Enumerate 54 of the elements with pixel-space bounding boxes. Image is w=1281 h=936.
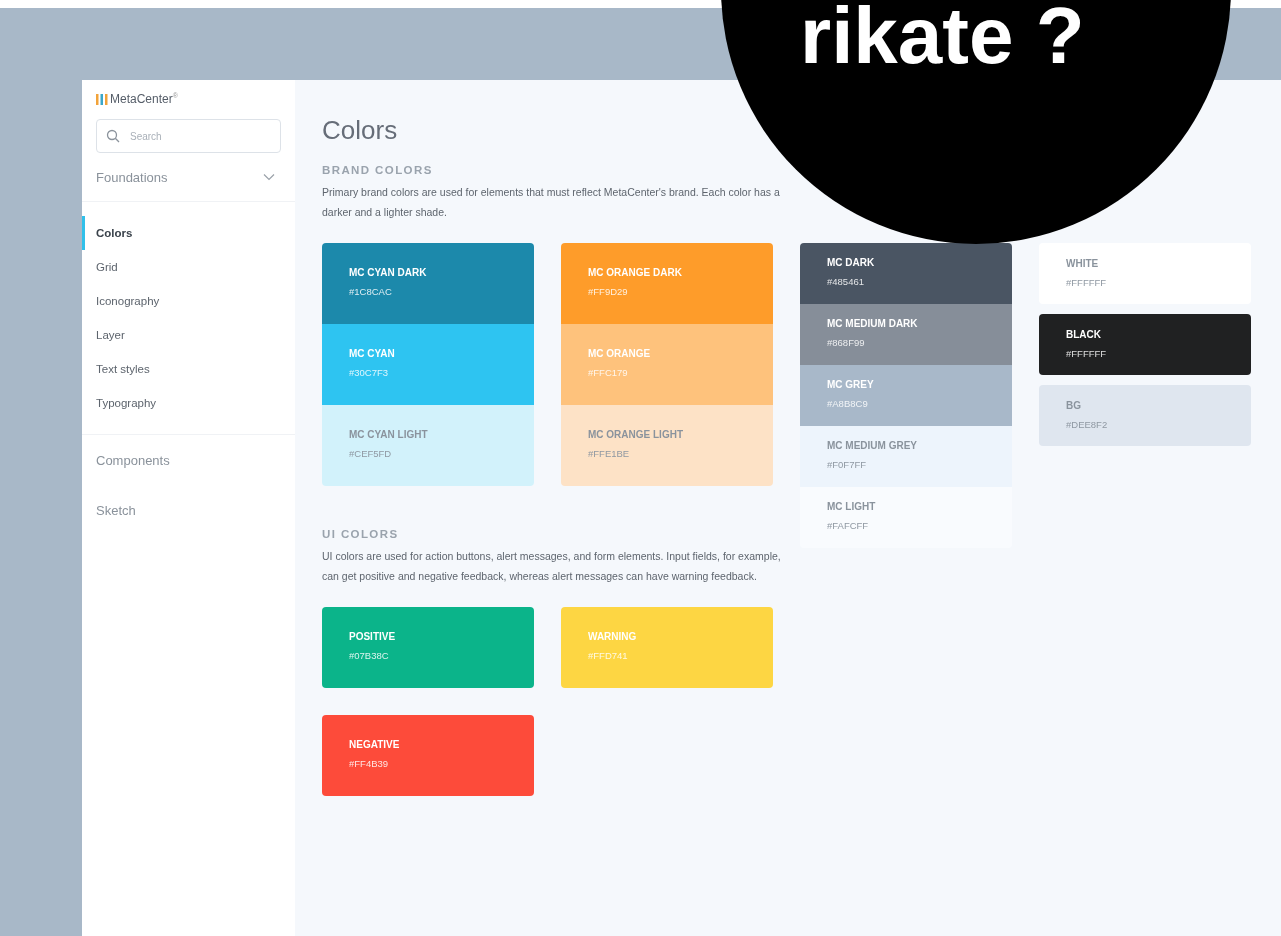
section-label[interactable]: Sketch (96, 502, 136, 518)
swatch-name: MC LIGHT (827, 501, 877, 512)
swatch-hex: #CEF5FD (349, 448, 393, 459)
section-heading: BRAND COLORS (322, 164, 434, 176)
nav-item[interactable]: Colors (82, 216, 133, 250)
swatch-name: MC CYAN LIGHT (349, 429, 429, 440)
swatch-name: MC ORANGE LIGHT (588, 429, 684, 440)
swatch-hex: #FFE1BE (588, 448, 631, 459)
swatch-name: BG (1066, 400, 1082, 411)
logo-text: MetaCenter$^{®}$ (110, 92, 178, 106)
section-label[interactable]: Foundations (96, 169, 168, 185)
swatch-hex: #485461 (827, 276, 865, 287)
search-field[interactable]: Search (96, 119, 281, 153)
swatch-name: MC ORANGE (588, 348, 652, 359)
swatch-name: MC DARK (827, 257, 876, 268)
nav-item[interactable]: Iconography (82, 284, 160, 318)
swatch-hex: #A8B8C9 (827, 398, 869, 409)
swatch-name: MC GREY (827, 379, 875, 390)
swatch-hex: #FFFFFF (1066, 348, 1108, 359)
swatch-hex: #868F99 (827, 337, 866, 348)
swatch-hex: #F0F7FF (827, 459, 868, 470)
swatch-name: WARNING (588, 631, 638, 642)
swatch-hex: #DEE8F2 (1066, 419, 1109, 430)
swatch-name: MC CYAN (349, 348, 396, 359)
section-description: UI colors are used for action buttons, alert messages, and form elements. Input fields, for example, can get positive and negative feedback, whereas alert messages can have warning feedback. (322, 549, 782, 584)
swatch-hex: #FFC179 (588, 367, 629, 378)
swatch-hex: #FFFFFF (1066, 277, 1108, 288)
nav-item[interactable]: Typography (82, 386, 157, 420)
swatch-hex: #30C7F3 (349, 367, 390, 378)
overlay-text: rikate ? (800, 0, 1085, 76)
swatch-name: MC MEDIUM GREY (827, 440, 918, 451)
swatch-name: MC MEDIUM DARK (827, 318, 919, 329)
swatch-hex: #FAFCFF (827, 520, 870, 531)
page-title: Colors (322, 115, 399, 146)
section-description: Primary brand colors are used for elements that must reflect MetaCenter's brand. Each color has a darker and a lighter shade. (322, 185, 781, 220)
section-heading: UI COLORS (322, 528, 400, 540)
swatch-name: MC ORANGE DARK (588, 267, 683, 278)
swatch-name: WHITE (1066, 258, 1100, 269)
swatch-hex: #1C8CAC (349, 286, 393, 297)
nav-item[interactable]: Text styles (82, 352, 150, 386)
swatch-hex: #07B38C (349, 650, 390, 661)
swatch-hex: #FFD741 (588, 650, 629, 661)
swatch-name: POSITIVE (349, 631, 397, 642)
logo-icon (96, 93, 108, 105)
swatch-name: BLACK (1066, 329, 1102, 340)
section-label[interactable]: Components (96, 452, 170, 468)
swatch-hex: #FF9D29 (588, 286, 629, 297)
nav-item[interactable]: Grid (82, 250, 118, 284)
nav-item[interactable]: Layer (82, 318, 125, 352)
swatch-name: NEGATIVE (349, 739, 401, 750)
chevron-icon[interactable] (263, 173, 275, 181)
swatch-name: MC CYAN DARK (349, 267, 428, 278)
swatch-hex: #FF4B39 (349, 758, 390, 769)
search-icon (106, 129, 120, 143)
